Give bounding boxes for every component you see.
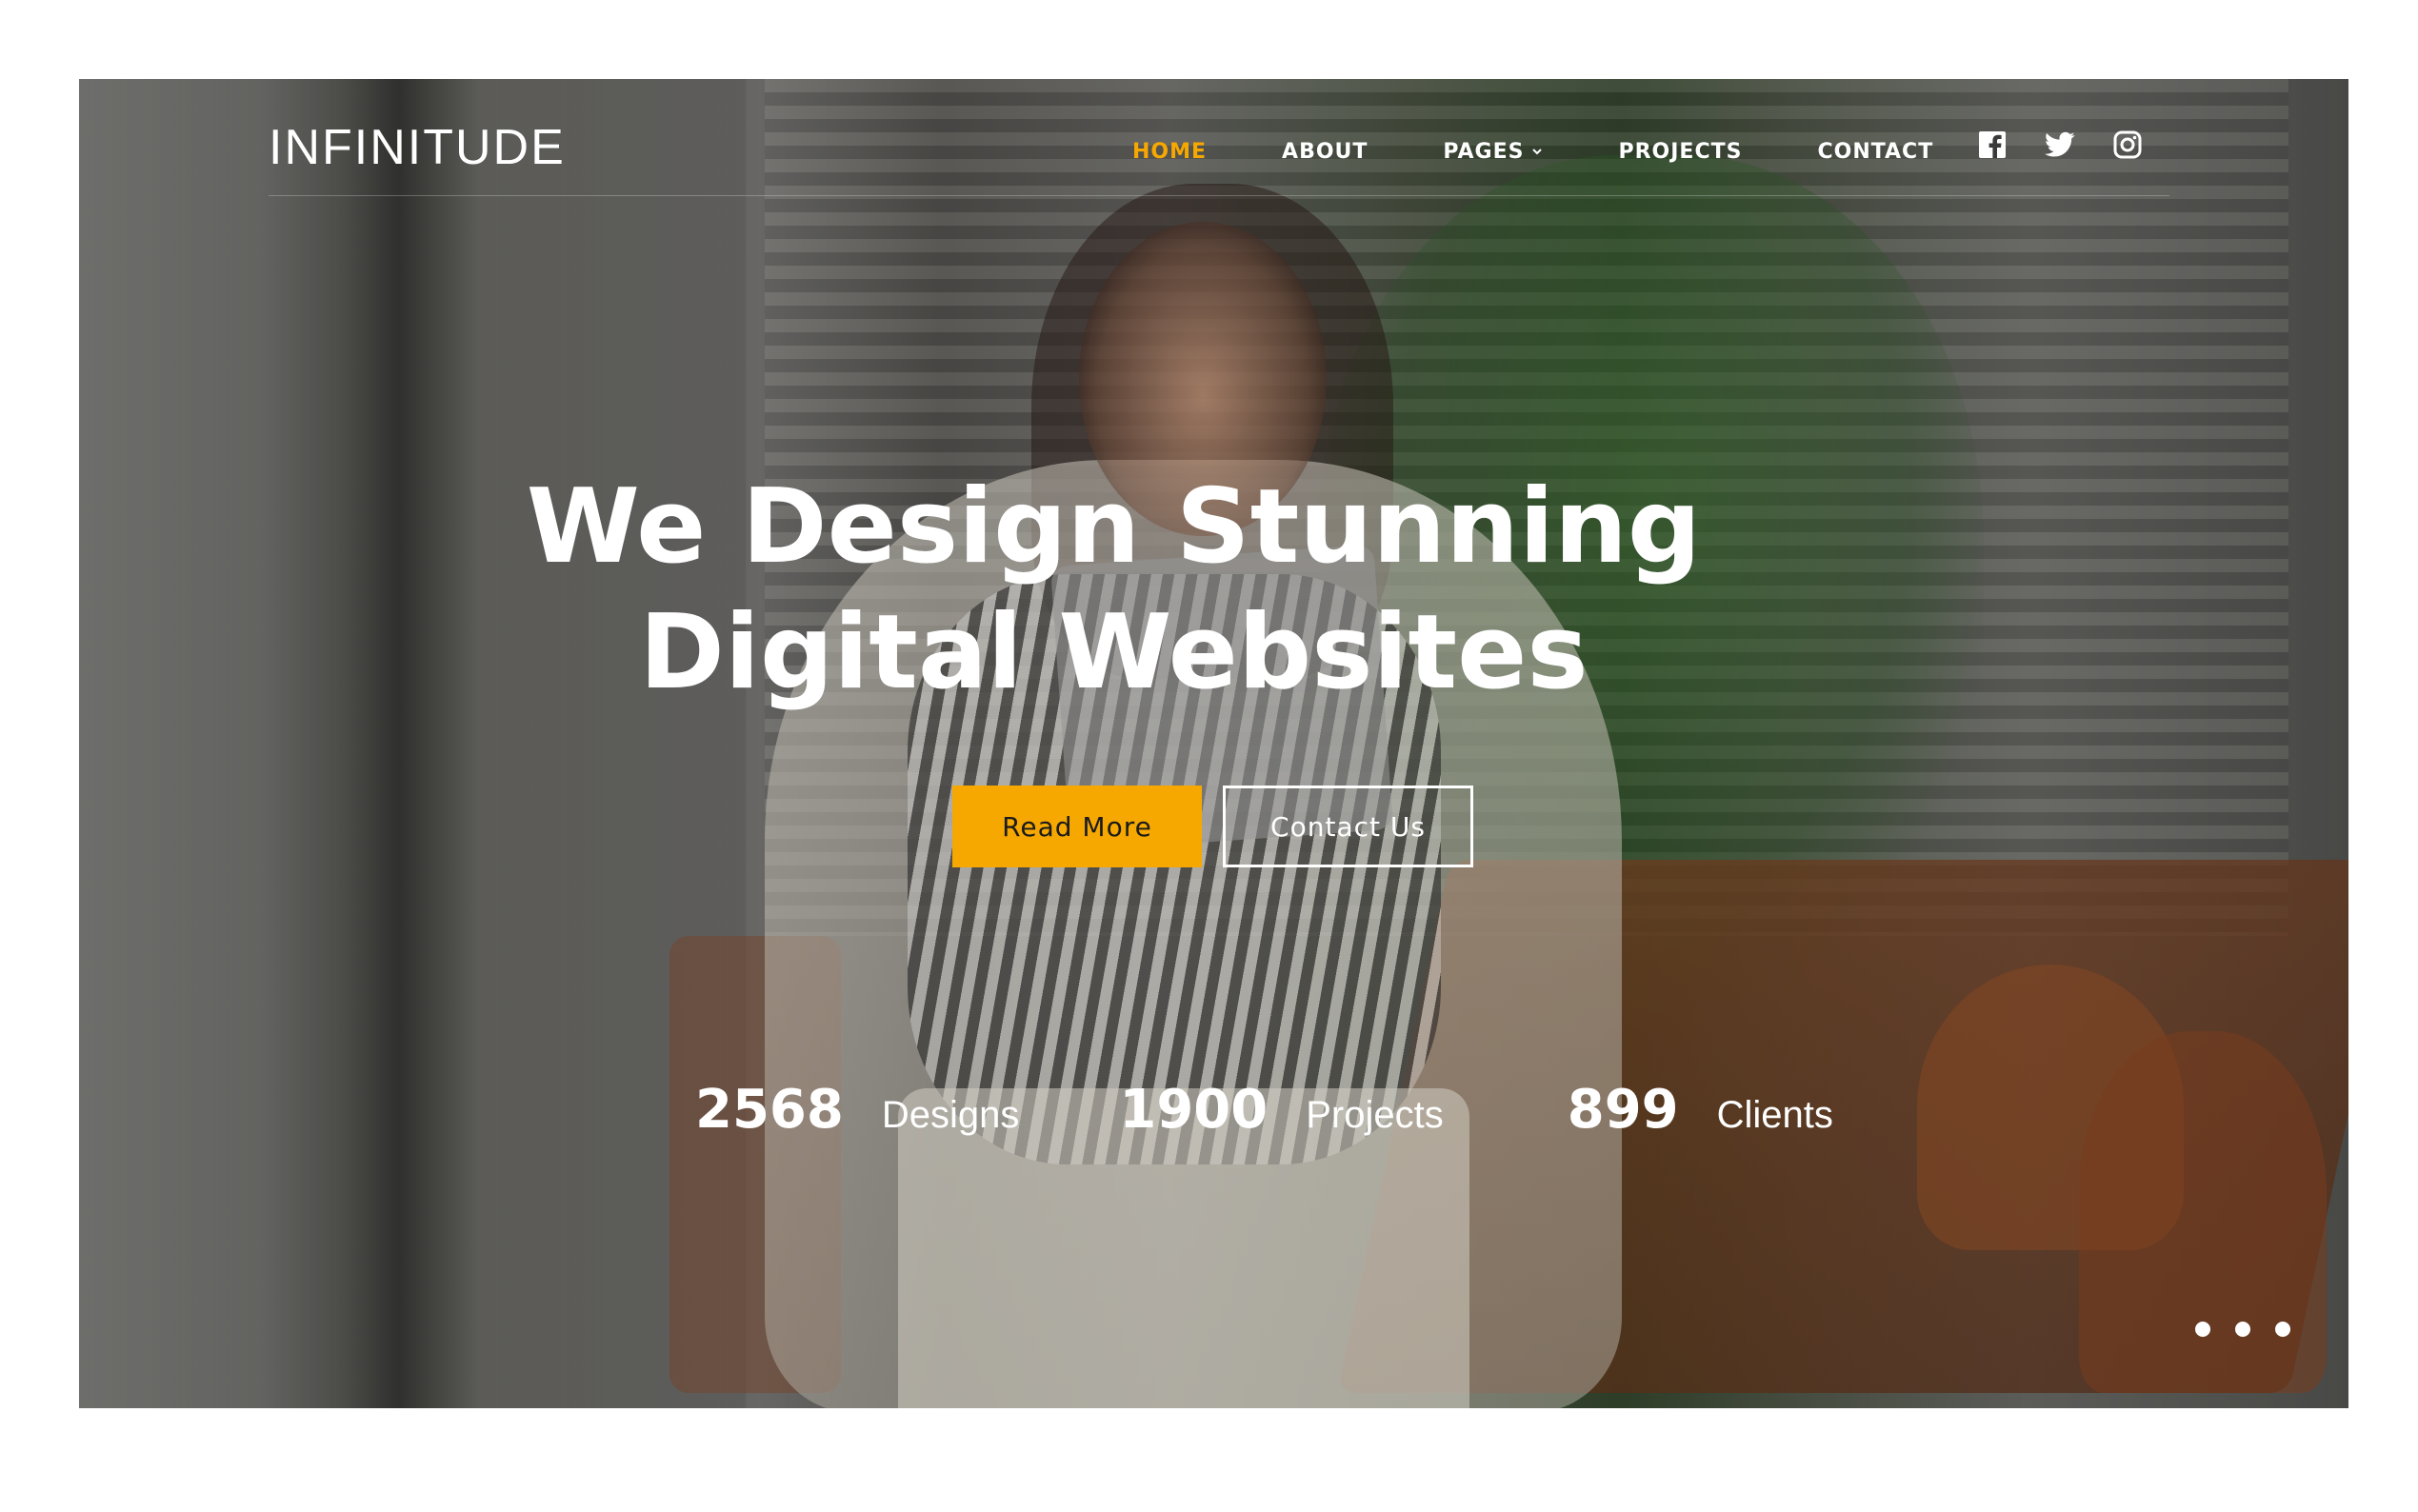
slider-dots	[2195, 1322, 2315, 1337]
nav-item-label: ABOUT	[1282, 139, 1369, 164]
stat-number: 2568	[695, 1079, 844, 1141]
stat-number: 1900	[1119, 1079, 1269, 1141]
stat-designs: 2568 Designs	[695, 1079, 1019, 1141]
chevron-down-icon	[1532, 149, 1543, 155]
background-chair	[2079, 1031, 2327, 1393]
hero-stats: 2568 Designs 1900 Projects 899 Clients	[695, 1079, 1890, 1141]
nav-item-label: PAGES	[1443, 139, 1525, 164]
hero-headline: We Design Stunning Digital Websites	[79, 465, 2248, 716]
twitter-icon[interactable]	[2044, 129, 2076, 161]
slider-dot[interactable]	[2235, 1322, 2250, 1337]
nav-item-label: HOME	[1132, 139, 1208, 164]
header-divider	[269, 195, 2169, 196]
slider-dot[interactable]	[2195, 1322, 2210, 1337]
instagram-icon[interactable]	[2111, 129, 2144, 161]
site-logo[interactable]: INFINITUDE	[269, 119, 566, 176]
nav-item-pages[interactable]: PAGES	[1443, 140, 1543, 164]
nav-item-about[interactable]: ABOUT	[1282, 140, 1368, 164]
main-nav: HOME ABOUT PAGES PROJECTS CONTACT	[1132, 132, 2008, 170]
stat-label: Projects	[1306, 1094, 1444, 1136]
slider-dot[interactable]	[2275, 1322, 2290, 1337]
nav-item-projects[interactable]: PROJECTS	[1618, 140, 1742, 164]
nav-item-label: PROJECTS	[1618, 139, 1743, 164]
contact-us-button[interactable]: Contact Us	[1223, 786, 1473, 867]
background-chair	[1917, 965, 2184, 1250]
nav-item-home[interactable]: HOME	[1132, 140, 1207, 164]
hero-headline-line2: Digital Websites	[639, 593, 1589, 712]
nav-item-contact[interactable]: CONTACT	[1817, 140, 1933, 164]
stat-projects: 1900 Projects	[1119, 1079, 1443, 1141]
hero-section: INFINITUDE HOME ABOUT PAGES PROJECTS CON…	[79, 79, 2348, 1408]
stat-number: 899	[1567, 1079, 1679, 1141]
background-window	[79, 79, 746, 1408]
stat-label: Designs	[881, 1094, 1020, 1136]
nav-item-label: CONTACT	[1817, 139, 1934, 164]
hero-headline-line1: We Design Stunning	[526, 468, 1702, 587]
social-links	[1976, 129, 2179, 161]
background-chair	[669, 936, 841, 1393]
stat-label: Clients	[1716, 1094, 1833, 1136]
read-more-button[interactable]: Read More	[952, 786, 1202, 867]
facebook-icon[interactable]	[1976, 129, 2008, 161]
stat-clients: 899 Clients	[1568, 1079, 1833, 1141]
